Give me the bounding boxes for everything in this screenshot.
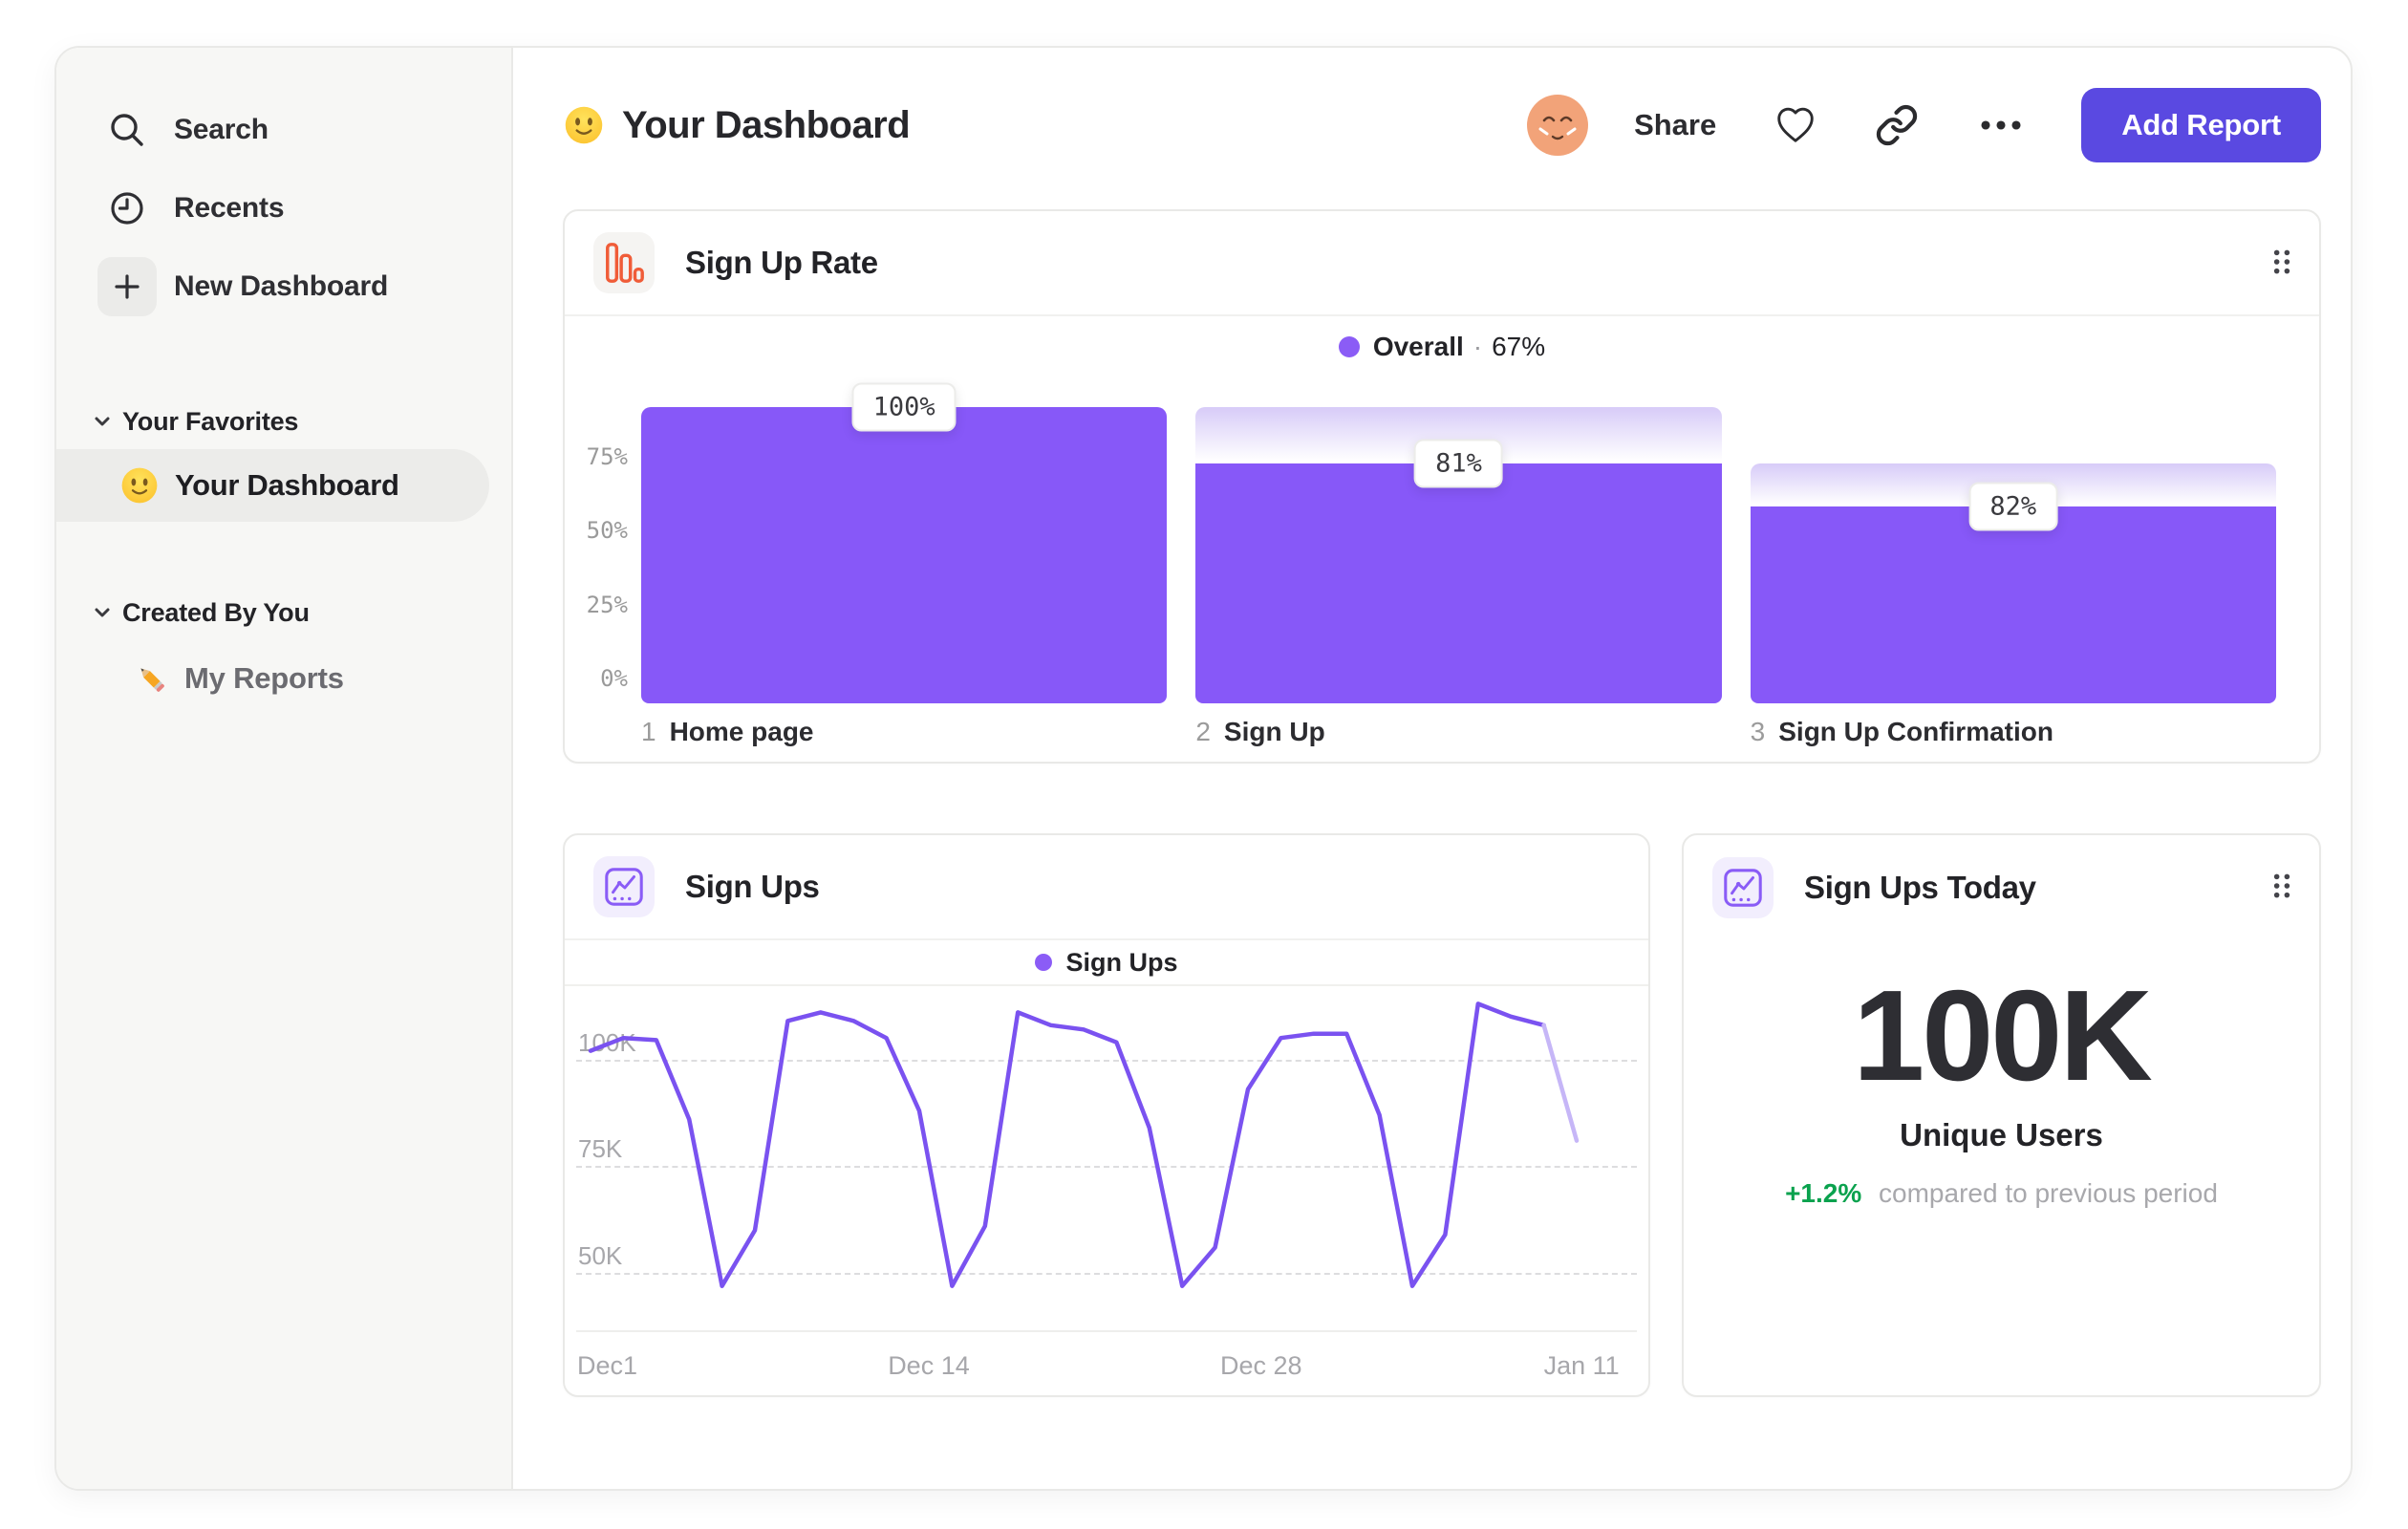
- funnel-bar: [641, 407, 1168, 703]
- sidebar-item-label: New Dashboard: [174, 270, 389, 302]
- line-x-axis: Dec1 Dec 14 Dec 28 Jan 11: [576, 1330, 1637, 1397]
- sidebar: Search Recents New Dashboard Your Favori…: [56, 48, 513, 1489]
- clock-icon: [97, 179, 157, 238]
- legend-series-value: 67%: [1492, 332, 1546, 361]
- sidebar-item-your-dashboard[interactable]: Your Dashboard: [56, 449, 489, 522]
- legend-separator: ·: [1473, 332, 1483, 361]
- drag-handle-icon[interactable]: [2271, 248, 2292, 281]
- sidebar-item-label: Search: [174, 114, 269, 145]
- sidebar-item-label: Recents: [174, 192, 285, 224]
- search-icon: [97, 100, 157, 160]
- bar-chart-icon: [593, 232, 655, 293]
- sidebar-item-label: My Reports: [184, 661, 344, 695]
- y-axis-tick-label: 50%: [586, 517, 628, 544]
- favorite-heart-icon[interactable]: [1774, 103, 1817, 147]
- y-axis-tick-label: 25%: [586, 591, 628, 618]
- delta-value: +1.2%: [1785, 1178, 1862, 1208]
- card-title: Sign Up Rate: [685, 245, 878, 280]
- line-legend[interactable]: Sign Ups: [565, 940, 1648, 986]
- sidebar-item-recents[interactable]: Recents: [56, 180, 511, 237]
- line-card-header: Sign Ups: [565, 835, 1648, 940]
- metric-label: Unique Users: [1900, 1117, 2103, 1152]
- bar-value-tooltip: 81%: [1414, 439, 1503, 488]
- add-report-button[interactable]: Add Report: [2081, 88, 2321, 162]
- metric-delta-row: +1.2% compared to previous period: [1684, 1178, 2319, 1209]
- funnel-card-header: Sign Up Rate: [565, 211, 2319, 316]
- sidebar-item-my-reports[interactable]: My Reports: [56, 650, 511, 707]
- sign-ups-today-card: Sign Ups Today 100K Unique Users +1.2% c…: [1682, 833, 2321, 1397]
- step-name: Sign Up Confirmation: [1778, 717, 2053, 746]
- section-label: Created By You: [122, 597, 310, 627]
- x-axis-tick-label: Dec 14: [888, 1351, 970, 1380]
- share-button[interactable]: Share: [1634, 108, 1716, 142]
- legend-series-label: Sign Ups: [1065, 947, 1178, 977]
- pencil-emoji-icon: [133, 660, 169, 697]
- dashboard-header: Your Dashboard Share Add Report: [563, 88, 2321, 162]
- sidebar-section-your-favorites[interactable]: Your Favorites: [56, 407, 511, 436]
- copy-link-icon[interactable]: [1875, 103, 1919, 147]
- smiley-emoji-icon: [563, 104, 605, 146]
- cards-row: Sign Ups Sign Ups 100K 75K 50K Dec1 Dec 14 D…: [563, 833, 2321, 1397]
- x-axis-tick-label: Dec 28: [1219, 1351, 1302, 1380]
- card-title: Sign Ups: [685, 869, 820, 904]
- metric-body: 100K Unique Users +1.2% compared to prev…: [1684, 971, 2319, 1209]
- bar-value-tooltip: 100%: [851, 382, 957, 432]
- funnel-step-label: 2 Sign Up: [1195, 717, 1721, 747]
- plus-icon: [97, 257, 157, 316]
- funnel-bar-step[interactable]: 82%: [1750, 386, 2276, 703]
- funnel-bars: 100% 81% 82%: [641, 382, 2276, 703]
- more-options-icon[interactable]: [1976, 118, 2026, 133]
- sidebar-section-created-by-you[interactable]: Created By You: [56, 598, 511, 627]
- x-axis-tick-label: Dec1: [577, 1351, 638, 1380]
- funnel-bar: [1750, 506, 2276, 703]
- bar-value-tooltip: 82%: [1968, 482, 2058, 531]
- section-label: Your Favorites: [122, 406, 299, 436]
- sign-up-rate-card: Sign Up Rate Overall · 67% 0% 25% 50% 75% 100%…: [563, 209, 2321, 764]
- step-number: 1: [641, 717, 656, 746]
- line-chart-icon: [1712, 857, 1774, 918]
- metric-value: 100K: [1853, 963, 2153, 1108]
- chevron-down-icon: [90, 600, 115, 625]
- app-window: Search Recents New Dashboard Your Favori…: [54, 46, 2353, 1491]
- sign-ups-line-series: [588, 1001, 1580, 1288]
- legend-dot: [1035, 954, 1053, 971]
- sidebar-item-new-dashboard[interactable]: New Dashboard: [56, 257, 511, 316]
- y-axis-tick-label: 0%: [600, 665, 628, 692]
- funnel-bar-step[interactable]: 81%: [1195, 386, 1722, 703]
- step-name: Home page: [669, 717, 814, 746]
- legend-dot: [1338, 336, 1360, 357]
- funnel-x-labels: 1 Home page 2 Sign Up 3 Sign Up Confirmation: [641, 717, 2276, 747]
- funnel-bar: [1195, 463, 1722, 703]
- x-axis-tick-label: Jan 11: [1543, 1351, 1620, 1380]
- delta-text: compared to previous period: [1879, 1178, 2218, 1208]
- page: Search Recents New Dashboard Your Favori…: [0, 0, 2408, 1529]
- funnel-plot: 0% 25% 50% 75% 100% 81% 82%: [587, 382, 2276, 703]
- step-number: 2: [1195, 717, 1211, 746]
- avatar[interactable]: [1527, 95, 1589, 156]
- funnel-step-label: 1 Home page: [641, 717, 1167, 747]
- line-plot: 100K 75K 50K: [576, 986, 1637, 1330]
- drag-handle-icon[interactable]: [2271, 872, 2292, 905]
- card-title: Sign Ups Today: [1804, 870, 2036, 905]
- step-number: 3: [1750, 717, 1766, 746]
- main-content: Your Dashboard Share Add Report Sign Up …: [513, 48, 2351, 1489]
- funnel-step-label: 3 Sign Up Confirmation: [1751, 717, 2276, 747]
- page-title: Your Dashboard: [622, 103, 911, 146]
- legend-series-label: Overall: [1372, 332, 1464, 361]
- funnel-legend[interactable]: Overall · 67%: [565, 316, 2319, 377]
- metric-card-header: Sign Ups Today: [1684, 835, 2319, 940]
- step-name: Sign Up: [1223, 717, 1325, 746]
- sign-ups-card: Sign Ups Sign Ups 100K 75K 50K Dec1 Dec 14 D…: [563, 833, 1650, 1397]
- sidebar-item-label: Your Dashboard: [175, 468, 399, 502]
- y-axis-tick-label: 75%: [586, 442, 628, 470]
- funnel-bar-step[interactable]: 100%: [641, 382, 1168, 703]
- smiley-emoji-icon: [119, 465, 160, 506]
- sidebar-item-search[interactable]: Search: [56, 101, 511, 159]
- header-actions: Share Add Report: [1527, 88, 2321, 162]
- line-chart-icon: [593, 856, 655, 917]
- chevron-down-icon: [90, 409, 115, 434]
